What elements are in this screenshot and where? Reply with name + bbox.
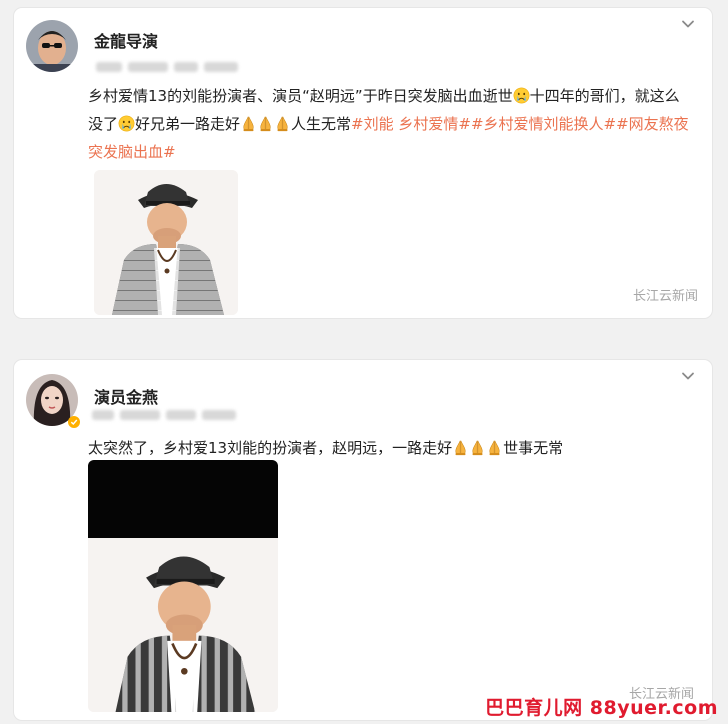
post-text-part-2: 世事无常 — [503, 439, 564, 457]
news-watermark: 长江云新闻 — [632, 289, 698, 304]
post-photo[interactable] — [94, 170, 238, 315]
hashtag-link[interactable]: #刘能 乡村爱情# — [351, 115, 471, 133]
chevron-down-icon[interactable] — [680, 368, 696, 384]
post-text: 乡村爱情13的刘能扮演者、演员“赵明远”于昨日突发脑出血逝世 十四年的哥们，就这么… — [88, 82, 694, 166]
man-photo — [88, 538, 278, 712]
praying-hands-icon — [469, 439, 486, 456]
praying-hands-icon — [274, 115, 291, 132]
post-photo[interactable] — [88, 460, 278, 712]
post-text-part-1: 乡村爱情13的刘能扮演者、演员“赵明远”于昨日突发脑出血逝世 — [88, 87, 513, 105]
crying-emoji-icon — [118, 115, 135, 132]
photo-black-band — [88, 460, 278, 538]
man-photo — [94, 170, 238, 315]
post-meta-blurred — [92, 408, 252, 422]
post-text-part-4: 人生无常 — [291, 115, 352, 133]
praying-hands-icon — [452, 439, 469, 456]
post-card-1: 金龍导演 乡村爱情13的刘能扮演者、演员“赵明远”于昨日突发脑出血逝世 十四年的哥… — [14, 8, 712, 318]
post-text-part-1: 太突然了，乡村爱13刘能的扮演者，赵明远，一路走好 — [88, 439, 453, 457]
post-text-part-3: 好兄弟一路走好 — [135, 115, 241, 133]
verified-badge-icon — [68, 416, 80, 428]
praying-hands-icon — [486, 439, 503, 456]
avatar-image — [26, 20, 78, 72]
username[interactable]: 金龍导演 — [94, 28, 158, 52]
post-card-2: 演员金燕 太突然了，乡村爱13刘能的扮演者，赵明远，一路走好 世事无常 长江云新闻 — [14, 360, 712, 720]
crying-emoji-icon — [513, 87, 530, 104]
username[interactable]: 演员金燕 — [94, 384, 158, 408]
chevron-down-icon[interactable] — [680, 16, 696, 32]
praying-hands-icon — [240, 115, 257, 132]
post-meta-blurred — [96, 60, 256, 74]
site-watermark: 巴巴育儿网 88yuer.com — [485, 697, 718, 719]
avatar-jinlong-director[interactable] — [26, 20, 78, 72]
post-text: 太突然了，乡村爱13刘能的扮演者，赵明远，一路走好 世事无常 — [88, 434, 688, 462]
praying-hands-icon — [257, 115, 274, 132]
hashtag-link[interactable]: #乡村爱情刘能换人# — [471, 115, 616, 133]
